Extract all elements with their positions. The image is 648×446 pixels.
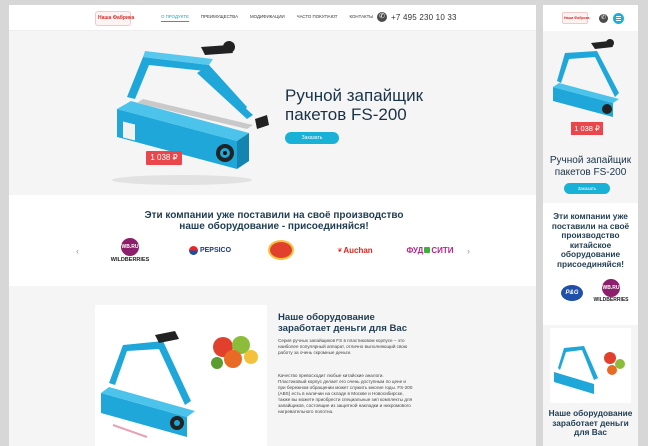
carousel-prev-arrow[interactable]: ‹ xyxy=(76,246,79,256)
mobile-site-logo[interactable]: Наша Фабрика xyxy=(562,12,590,24)
mobile-hero-title-line2: пакетов FS-200 xyxy=(554,167,627,178)
phone-number[interactable]: +7 495 230 10 33 xyxy=(391,13,457,22)
hero-section: Ручной запайщик пакетов FS-200 Заказать … xyxy=(9,31,536,195)
wb-badge-icon: WB.RU xyxy=(121,237,139,256)
clients-title-line1: Эти компании уже поставили на своё произ… xyxy=(144,210,404,221)
site-logo[interactable]: Наша Фабрика xyxy=(95,11,135,26)
wildberries-logo[interactable]: WB.RU WILDBERRIES xyxy=(107,237,153,263)
mobile-wb-badge-icon: WB.RU xyxy=(602,279,620,297)
mobile-wildberries-logo[interactable]: WB.RU WILDBERRIES xyxy=(591,279,631,303)
carousel-next-arrow[interactable]: › xyxy=(467,246,470,256)
hero-title: Ручной запайщик пакетов FS-200 xyxy=(285,86,423,124)
mobile-heat-sealer-image xyxy=(553,39,619,117)
brand-emblem-logo[interactable] xyxy=(265,237,297,263)
earnings-section: Наше оборудование заработает деньги для … xyxy=(9,286,536,446)
pg-text: P&G xyxy=(565,290,579,296)
heat-sealer-image xyxy=(112,41,269,185)
hero-title-line1: Ручной запайщик xyxy=(285,86,424,105)
mobile-earnings-title-line3: для Вас xyxy=(574,427,607,437)
auchan-bird-icon: ❦ xyxy=(337,247,343,254)
nav-contacts[interactable]: контакты xyxy=(349,14,373,22)
mobile-hero-section: 1 038 ₽ Ручной запайщик пакетов FS-200 З… xyxy=(543,31,638,203)
mobile-clients-title-line6: присоединяйся! xyxy=(556,258,624,269)
earnings-title: Наше оборудование заработает деньги для … xyxy=(278,312,407,334)
site-header: Наша Фабрика о продукте преимущества мод… xyxy=(9,5,536,31)
wildberries-text: WILDBERRIES xyxy=(110,256,150,263)
nav-about[interactable]: о продукте xyxy=(161,14,189,22)
food-text: ФУД xyxy=(406,245,424,255)
pg-logo[interactable]: P&G xyxy=(561,285,583,301)
auchan-logo[interactable]: ❦ Auchan xyxy=(331,237,379,263)
pepsico-logo[interactable]: PEPSICO xyxy=(181,237,239,263)
phone-block: ✆ +7 495 230 10 33 xyxy=(377,12,457,22)
order-button[interactable]: Заказать xyxy=(285,132,339,144)
mobile-earnings-section: Наше оборудование заработает деньги для … xyxy=(543,325,638,446)
mobile-product-image xyxy=(550,328,631,403)
mobile-whatsapp-icon[interactable]: ✆ xyxy=(599,14,608,23)
mobile-view: Наша Фабрика ✆ 1 038 ₽ Ручной запайщик п… xyxy=(543,5,638,446)
earnings-title-line1: Наше оборудование xyxy=(278,312,375,323)
mobile-sealer-and-vegetables-illustration xyxy=(554,346,625,394)
earnings-paragraph-2: Качество превосходит любые китайские ана… xyxy=(278,373,413,414)
pepsi-globe-icon xyxy=(188,245,198,255)
wb-badge-text: WB.RU xyxy=(121,243,139,250)
earnings-paragraph-1: Серия ручных запайщиков FS в пластиковом… xyxy=(278,338,408,355)
desktop-view: Наша Фабрика о продукте преимущества мод… xyxy=(9,5,536,446)
mobile-hero-title-line1: Ручной запайщик xyxy=(549,155,632,166)
sealer-and-vegetables-illustration xyxy=(101,331,258,438)
mobile-wildberries-text: WILDBERRIES xyxy=(593,297,629,303)
red-oval-emblem-icon xyxy=(268,240,294,260)
mobile-wb-badge-text: WB.RU xyxy=(602,285,620,291)
nav-advantages[interactable]: преимущества xyxy=(201,14,238,22)
mobile-clients-section: Эти компании уже поставили на своё произ… xyxy=(543,203,638,325)
clients-section: Эти компании уже поставили на своё произ… xyxy=(9,195,536,286)
city-text: СИТИ xyxy=(431,245,454,255)
main-nav: о продукте преимущества модификации част… xyxy=(161,14,385,22)
hero-title-line2: пакетов FS-200 xyxy=(285,105,407,124)
mobile-menu-icon[interactable] xyxy=(613,13,624,24)
logo-text: Наша Фабрика xyxy=(98,15,135,21)
earnings-title-line2: заработает деньги для Вас xyxy=(278,323,408,334)
auchan-text: Auchan xyxy=(343,245,373,255)
price-badge: 1 038 ₽ xyxy=(146,151,182,165)
mobile-price-badge: 1 038 ₽ xyxy=(571,122,603,135)
mobile-order-button[interactable]: Заказать xyxy=(564,183,610,194)
mobile-earnings-title: Наше оборудование заработает деньги для … xyxy=(543,408,638,438)
nav-often-bought[interactable]: часто покупают xyxy=(297,14,338,22)
product-with-vegetables-image xyxy=(95,305,267,446)
pepsico-text: PEPSICO xyxy=(199,246,232,254)
mobile-clients-title: Эти компании уже поставили на своё произ… xyxy=(543,211,638,269)
food-city-logo[interactable]: ФУД СИТИ xyxy=(402,237,458,263)
nav-modifications[interactable]: модификации xyxy=(250,14,285,22)
whatsapp-icon[interactable]: ✆ xyxy=(377,12,387,22)
food-city-square-icon xyxy=(424,247,431,253)
mobile-logo-text: Наша Фабрика xyxy=(564,16,590,20)
mobile-header: Наша Фабрика ✆ xyxy=(543,5,638,31)
clients-title-line2: наше оборудование - присоединяйся! xyxy=(179,221,369,232)
mobile-hero-title: Ручной запайщик пакетов FS-200 xyxy=(543,155,638,179)
clients-title: Эти компании уже поставили на своё произ… xyxy=(109,210,439,232)
